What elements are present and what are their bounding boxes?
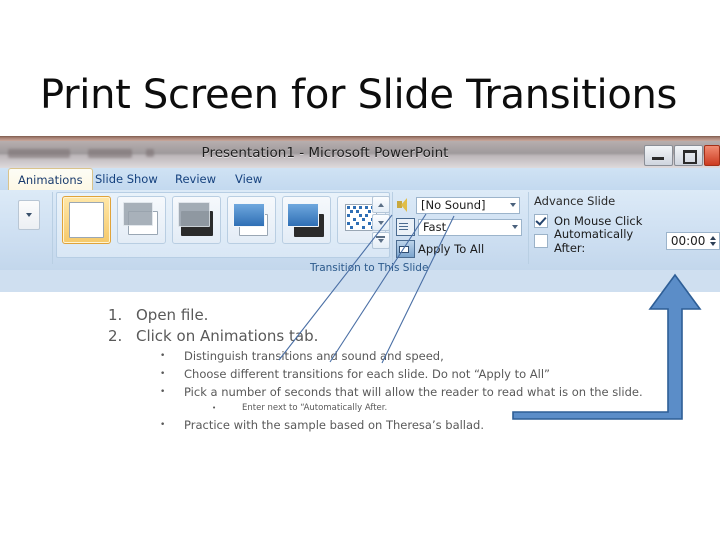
minimize-icon[interactable]: [644, 145, 673, 166]
list-item-text: Practice with the sample based on Theres…: [184, 418, 485, 432]
transition-speed-value: Fast: [423, 220, 447, 234]
body-text-block: 1. Open file. 2. Click on Animations tab…: [108, 305, 648, 434]
scroll-up-icon[interactable]: [372, 196, 390, 213]
list-number: 2.: [108, 327, 123, 345]
on-mouse-click-label: On Mouse Click: [554, 213, 643, 228]
transition-thumb-blinds-fade[interactable]: [117, 196, 166, 244]
apply-to-all-icon: [396, 240, 415, 258]
transition-speed-row: Fast: [396, 217, 524, 237]
ribbon-tab-strip: Animations Slide Show Review View: [0, 168, 720, 192]
transition-thumb-no-transition[interactable]: [62, 196, 111, 244]
chevron-down-icon[interactable]: [507, 198, 519, 213]
transition-thumb-fade-through-black[interactable]: [172, 196, 221, 244]
on-mouse-click-checkbox[interactable]: [534, 213, 548, 228]
gallery-left-dropdown[interactable]: [18, 200, 40, 230]
window-title-bar: Presentation1 - Microsoft PowerPoint: [0, 141, 720, 168]
bullet-glyph: •: [160, 351, 166, 361]
spinner-arrows-icon[interactable]: [706, 235, 719, 246]
apply-to-all-row[interactable]: Apply To All: [396, 239, 524, 259]
list-item-text: Distinguish transitions and sound and sp…: [184, 349, 444, 363]
powerpoint-screenshot-image: Presentation1 - Microsoft PowerPoint Ani…: [0, 136, 720, 292]
bullet-glyph: •: [212, 404, 217, 412]
list-item: • Practice with the sample based on Ther…: [160, 416, 648, 434]
page-title: Print Screen for Slide Transitions: [40, 72, 678, 118]
bullet-glyph: •: [160, 387, 166, 397]
list-item-text: Choose different transitions for each sl…: [184, 367, 551, 381]
automatically-after-label: Automatically After:: [554, 226, 634, 255]
list-number: 1.: [108, 306, 123, 324]
tab-view[interactable]: View: [226, 168, 271, 190]
transition-thumb-wipe-left[interactable]: [282, 196, 331, 244]
tab-review[interactable]: Review: [166, 168, 225, 190]
transition-options-column: [No Sound] Fast Apply To All: [396, 195, 524, 261]
tab-animations[interactable]: Animations: [8, 168, 93, 192]
automatically-after-row[interactable]: Automatically After: 00:00: [534, 227, 720, 255]
list-item: • Pick a number of seconds that will all…: [160, 383, 648, 401]
window-controls: [643, 145, 720, 166]
transition-sound-value: [No Sound]: [421, 198, 486, 212]
bullet-glyph: •: [160, 420, 166, 430]
restore-icon[interactable]: [674, 145, 703, 166]
transition-gallery: [62, 196, 386, 244]
advance-slide-group: Advance Slide On Mouse Click Automatical…: [534, 194, 720, 255]
automatically-after-time-stepper[interactable]: 00:00: [665, 231, 720, 250]
window-title: Presentation1 - Microsoft PowerPoint: [201, 145, 449, 161]
list-item: • Distinguish transitions and sound and …: [160, 347, 648, 365]
automatically-after-time-value: 00:00: [670, 233, 706, 248]
chevron-down-icon[interactable]: [509, 220, 521, 235]
group-separator-left: [52, 192, 53, 264]
list-item: • Choose different transitions for each …: [160, 365, 648, 383]
transition-speed-select[interactable]: Fast: [418, 218, 522, 236]
list-item: 2. Click on Animations tab.: [108, 326, 648, 347]
transition-thumb-push-down[interactable]: [227, 196, 276, 244]
list-item-text: Open file.: [136, 306, 209, 324]
transition-group-label: Transition to This Slide: [310, 262, 429, 274]
bullet-glyph: •: [160, 369, 166, 379]
sound-icon: [396, 197, 413, 213]
apply-to-all-button[interactable]: Apply To All: [418, 242, 484, 256]
gallery-scroll-buttons: [372, 196, 390, 250]
close-icon[interactable]: [704, 145, 720, 166]
automatically-after-checkbox[interactable]: [534, 233, 548, 248]
group-separator-mid: [392, 192, 393, 264]
group-separator-right: [528, 192, 529, 264]
slide-canvas: Print Screen for Slide Transitions Prese…: [0, 0, 720, 540]
list-item-text: Pick a number of seconds that will allow…: [184, 385, 643, 399]
list-item: • Enter next to “Automatically After.: [212, 401, 648, 416]
more-transitions-icon[interactable]: [372, 232, 390, 249]
ribbon-body: [No Sound] Fast Apply To All Advance Sli…: [0, 190, 720, 274]
speed-icon: [396, 218, 415, 236]
list-item-text: Enter next to “Automatically After.: [242, 403, 388, 413]
transition-sound-select[interactable]: [No Sound]: [416, 196, 520, 214]
list-item-text: Click on Animations tab.: [136, 327, 319, 345]
transition-sound-row: [No Sound]: [396, 195, 524, 215]
scroll-down-icon[interactable]: [372, 214, 390, 231]
advance-slide-heading: Advance Slide: [534, 194, 616, 208]
list-item: 1. Open file.: [108, 305, 648, 326]
tab-slide-show[interactable]: Slide Show: [86, 168, 167, 190]
